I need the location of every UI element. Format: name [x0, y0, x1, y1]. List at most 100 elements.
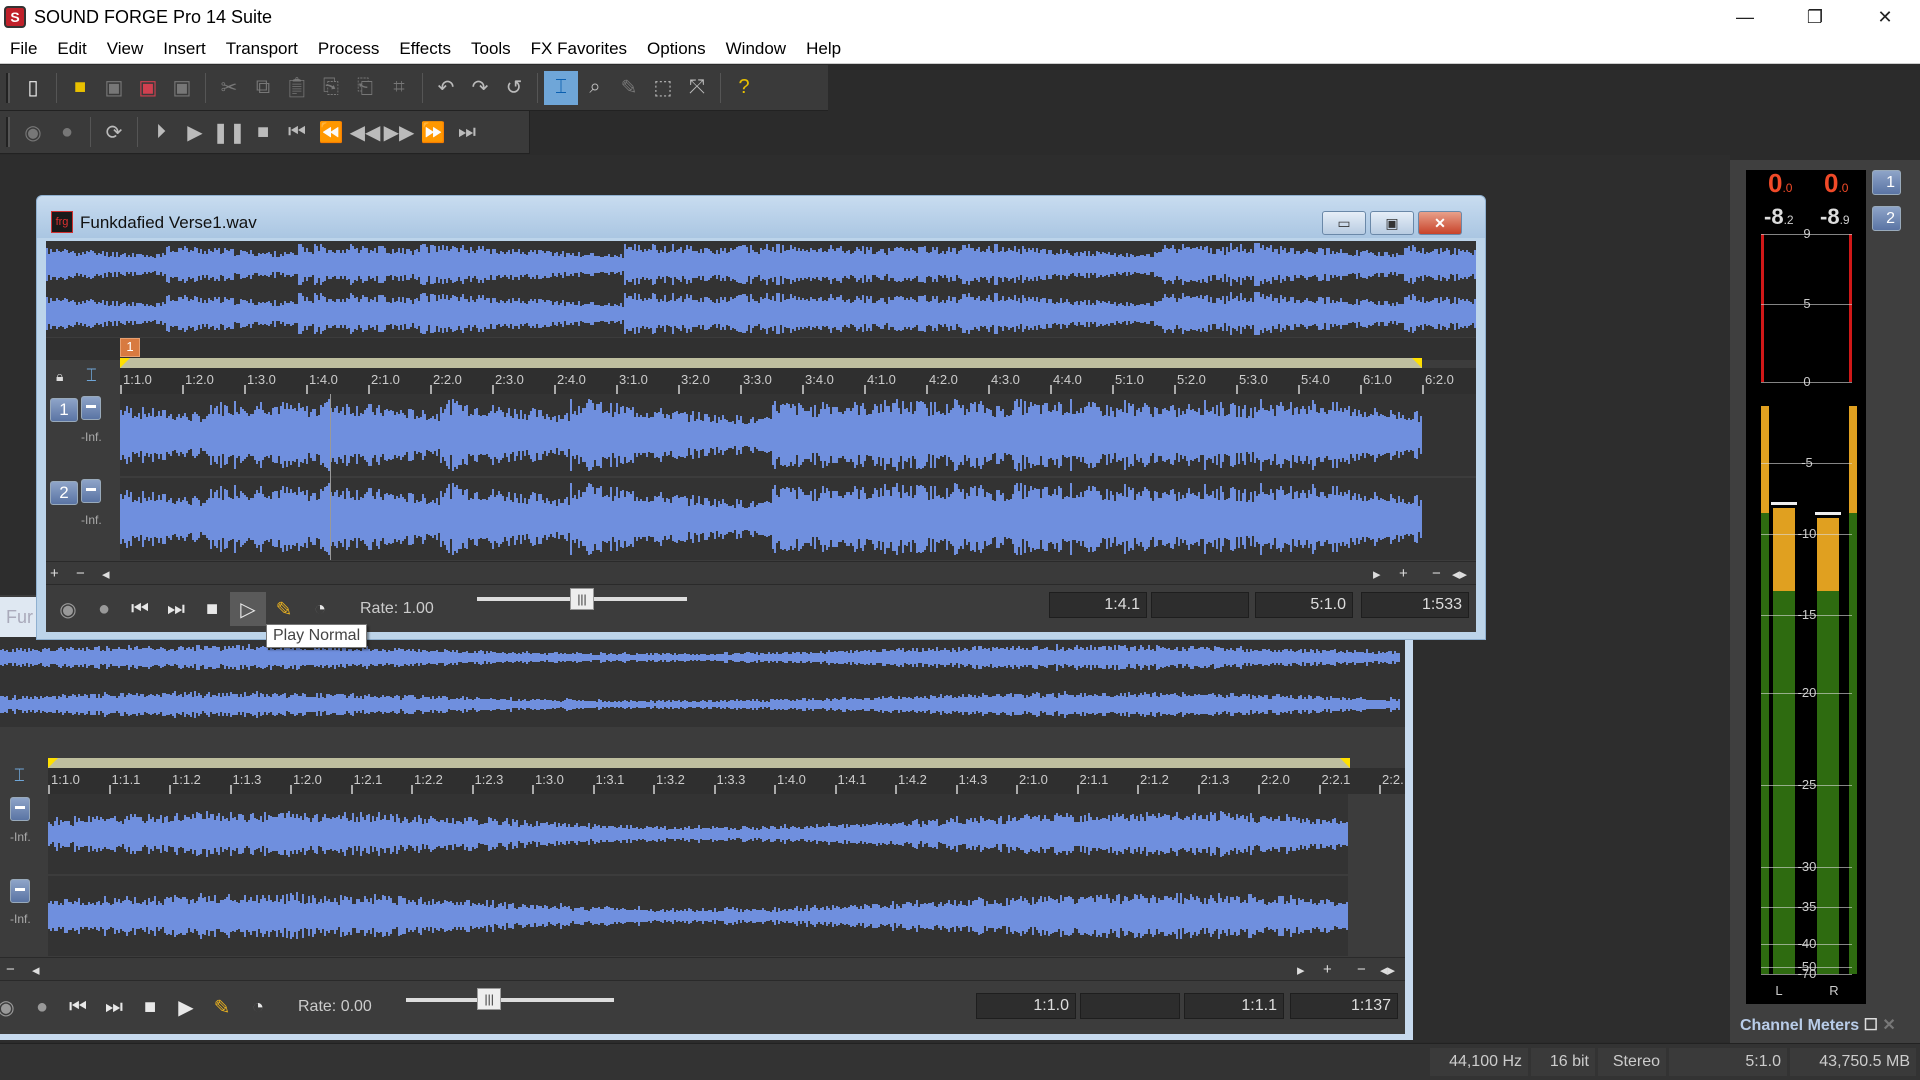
play-normal-button[interactable]: ▷: [230, 592, 266, 626]
rate-slider-thumb[interactable]: |||: [570, 588, 594, 610]
window-close-button[interactable]: ✕: [1418, 211, 1462, 235]
zoom-in-button[interactable]: +: [50, 565, 59, 582]
menu-fx-favorites[interactable]: FX Favorites: [521, 39, 637, 59]
pencil-tool-icon[interactable]: ✎: [612, 71, 646, 105]
record-icon[interactable]: ◉: [0, 990, 24, 1024]
rate-slider-thumb[interactable]: |||: [477, 988, 502, 1010]
repeat-icon[interactable]: ↺: [497, 71, 531, 105]
menu-tools[interactable]: Tools: [461, 39, 521, 59]
menu-effects[interactable]: Effects: [389, 39, 461, 59]
zoom-out-button[interactable]: −: [76, 565, 85, 582]
next-icon[interactable]: ⏩: [416, 115, 450, 149]
selection-bar[interactable]: [48, 758, 1350, 768]
zoom-fit-button[interactable]: ◂▸: [1380, 961, 1395, 979]
menu-insert[interactable]: Insert: [153, 39, 216, 59]
loop-start-marker[interactable]: [120, 358, 130, 368]
back-window-tab[interactable]: Fur: [0, 597, 40, 637]
go-to-start-icon[interactable]: ⏮: [280, 115, 314, 149]
close-button[interactable]: ✕: [1850, 0, 1920, 34]
zoom-in-button[interactable]: +: [1323, 961, 1332, 978]
channel-1-minimize[interactable]: [10, 797, 30, 821]
scroll-left-button[interactable]: ◂: [32, 961, 40, 979]
window-maximize-button[interactable]: ▣: [1370, 211, 1414, 235]
toolbar-grip[interactable]: [6, 117, 10, 147]
overview-channel[interactable]: [46, 290, 1476, 337]
overview-waveform[interactable]: [0, 635, 1405, 727]
marker-1[interactable]: 1: [120, 338, 140, 357]
play-icon[interactable]: ▶: [178, 115, 212, 149]
horizontal-scrollbar[interactable]: − ◂ ▸ + − ◂▸: [0, 957, 1405, 981]
meter-channel-1-button[interactable]: 1: [1872, 170, 1901, 195]
play-icon[interactable]: ▶: [168, 990, 204, 1024]
zoom-fit-button[interactable]: ◂▸: [1452, 565, 1467, 583]
paste-icon[interactable]: 📋︎: [280, 71, 314, 105]
redo-icon[interactable]: ↷: [463, 71, 497, 105]
stop-icon[interactable]: ■: [194, 592, 230, 626]
channel-2-waveform[interactable]: [120, 478, 1476, 560]
loop-start-marker[interactable]: [48, 758, 58, 768]
stop-icon[interactable]: ■: [246, 115, 280, 149]
toolbar-grip[interactable]: [6, 72, 10, 103]
scroll-right-button[interactable]: ▸: [1373, 565, 1381, 583]
meter-channel-2-button[interactable]: 2: [1872, 206, 1901, 231]
undo-icon[interactable]: ↶: [429, 71, 463, 105]
rewind-icon[interactable]: ◀◀: [348, 115, 382, 149]
overview-waveform[interactable]: [46, 241, 1476, 337]
channel-2-minimize[interactable]: [10, 879, 30, 903]
channel-2-waveform[interactable]: [48, 876, 1348, 956]
loop-end-marker[interactable]: [1340, 758, 1350, 768]
play-all-icon[interactable]: ⏵: [144, 115, 178, 149]
time-ruler[interactable]: 1:1.0 1:2.0 1:3.0 1:4.0 2:1.0 2:2.0 2:3.0 2:4.0…: [120, 368, 1476, 394]
menu-options[interactable]: Options: [637, 39, 716, 59]
paste-special-icon[interactable]: ⎘: [314, 71, 348, 105]
overview-channel[interactable]: [0, 635, 1405, 680]
play-device-icon[interactable]: ◔: [302, 592, 338, 626]
record-icon[interactable]: ◉: [50, 592, 86, 626]
stop-icon[interactable]: ■: [132, 990, 168, 1024]
rate-slider[interactable]: [406, 998, 614, 1002]
new-file-icon[interactable]: ▯: [16, 71, 50, 105]
float-icon[interactable]: ☐: [1864, 1017, 1878, 1034]
save-icon[interactable]: ▣: [97, 71, 131, 105]
cut-icon[interactable]: ✂: [212, 71, 246, 105]
window-title-bar[interactable]: frg Funkdafied Verse1.wav ▭ ▣ ✕: [37, 196, 1485, 238]
save-all-icon[interactable]: ▣: [165, 71, 199, 105]
scrub-icon[interactable]: ✎: [204, 990, 240, 1024]
time-ruler[interactable]: 1:1.0 1:1.1 1:1.2 1:1.3 1:2.0 1:2.1 1:2.2 1:2.3…: [48, 768, 1405, 794]
selection-bar[interactable]: [120, 358, 1422, 368]
copy-icon[interactable]: ⧉: [246, 71, 280, 105]
horizontal-scrollbar[interactable]: + − ◂ ▸ + − ◂▸: [46, 561, 1476, 585]
window-minimize-button[interactable]: ▭: [1322, 211, 1366, 235]
menu-window[interactable]: Window: [716, 39, 796, 59]
help-icon[interactable]: ?: [727, 71, 761, 105]
crop-icon[interactable]: ⌗: [382, 71, 416, 105]
open-folder-icon[interactable]: ■: [63, 71, 97, 105]
menu-transport[interactable]: Transport: [216, 39, 308, 59]
minimize-button[interactable]: —: [1710, 0, 1780, 34]
play-device-icon[interactable]: ◔: [240, 990, 276, 1024]
envelope-tool-icon[interactable]: ⤧: [680, 71, 714, 105]
edit-tool-icon[interactable]: ⌶: [14, 765, 25, 786]
loop-record-icon[interactable]: ●: [50, 115, 84, 149]
scroll-left-button[interactable]: ◂: [102, 565, 110, 583]
go-to-start-icon[interactable]: ⏮: [60, 990, 96, 1024]
menu-help[interactable]: Help: [796, 39, 851, 59]
zoom-in-level-button[interactable]: +: [1399, 565, 1408, 582]
lock-icon[interactable]: 🔒︎: [56, 368, 63, 385]
go-to-end-icon[interactable]: ⏭: [96, 990, 132, 1024]
zoom-out-level-button[interactable]: −: [1432, 565, 1441, 582]
menu-file[interactable]: File: [0, 39, 47, 59]
event-tool-icon[interactable]: ⬚: [646, 71, 680, 105]
scroll-right-button[interactable]: ▸: [1297, 961, 1305, 979]
overview-channel[interactable]: [0, 682, 1405, 727]
mix-icon[interactable]: ⎗: [348, 71, 382, 105]
loop-end-marker[interactable]: [1412, 358, 1422, 368]
go-to-end-icon[interactable]: ⏭: [158, 592, 194, 626]
loop-icon[interactable]: ●: [86, 592, 122, 626]
channel-1-waveform[interactable]: [48, 794, 1348, 874]
channel-1-waveform[interactable]: [120, 394, 1476, 476]
channel-2-button[interactable]: 2: [50, 481, 78, 505]
channel-2-minimize[interactable]: [81, 479, 101, 503]
restore-button[interactable]: ❐: [1780, 0, 1850, 34]
edit-tool-icon[interactable]: ⌶: [86, 365, 97, 386]
